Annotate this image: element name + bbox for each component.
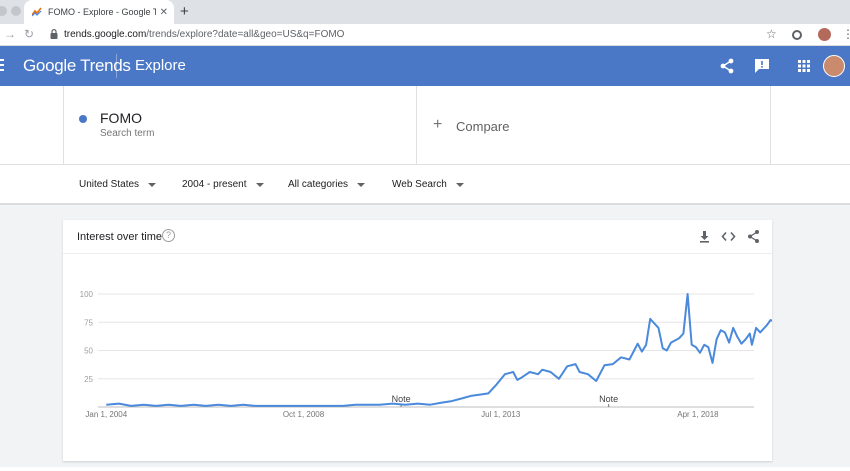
x-tick-label: Apr 1, 2018 [677, 410, 719, 419]
feedback-icon[interactable] [753, 57, 771, 75]
dropdown-caret-icon [455, 182, 464, 187]
more-menu-icon[interactable]: ⋮ [842, 27, 850, 41]
close-tab-icon[interactable]: ✕ [160, 7, 168, 18]
dropdown-caret-icon [148, 182, 157, 187]
y-tick-label: 100 [80, 290, 94, 299]
trends-favicon-icon [32, 7, 42, 17]
reload-icon[interactable]: ↻ [24, 27, 34, 41]
apps-icon[interactable] [795, 57, 813, 75]
x-tick-label: Jan 1, 2004 [85, 410, 127, 419]
region-value: United States [79, 179, 140, 190]
browser-tab-strip: FOMO - Explore - Google Trends ✕ + [0, 0, 850, 24]
x-tick-label: Jul 1, 2013 [481, 410, 521, 419]
category-dropdown[interactable]: All categories [288, 179, 366, 190]
dropdown-caret-icon [255, 182, 264, 187]
interest-over-time-card: Interest over time ? 25 50 75 100 Jan 1, 200… [63, 220, 772, 461]
card-title: Interest over time [77, 231, 162, 243]
page-bottom [0, 467, 850, 471]
window-control[interactable] [11, 6, 21, 16]
series-color-dot [79, 115, 87, 123]
new-tab-icon[interactable]: + [180, 3, 189, 20]
url-host: trends.google.com [64, 29, 147, 40]
series-line [106, 293, 772, 407]
forward-icon[interactable]: → [4, 27, 16, 41]
page-title: Explore [135, 57, 186, 74]
filter-bar: United States 2004 - present All categor… [0, 165, 850, 205]
google-trends-logo[interactable]: Google Trends [23, 56, 131, 76]
region-dropdown[interactable]: United States [79, 179, 157, 190]
share-icon[interactable] [718, 57, 736, 75]
download-icon[interactable] [697, 229, 712, 244]
dropdown-caret-icon [357, 182, 366, 187]
lock-icon [50, 29, 58, 39]
embed-icon[interactable] [721, 229, 736, 244]
window-control[interactable] [0, 6, 7, 16]
help-icon[interactable]: ? [162, 229, 175, 242]
search-term[interactable]: FOMO [100, 110, 142, 126]
tab-title: FOMO - Explore - Google Trends [48, 7, 156, 17]
compare-card[interactable]: + Compare [417, 86, 771, 165]
search-type-dropdown[interactable]: Web Search [392, 179, 464, 190]
compare-label[interactable]: Compare [456, 119, 509, 134]
browser-profile-avatar[interactable] [818, 28, 831, 41]
search-term-card[interactable]: FOMO Search term [63, 86, 417, 165]
note-label: Note [392, 394, 411, 404]
y-tick-label: 75 [84, 318, 93, 327]
url-field[interactable]: trends.google.com/trends/explore?date=al… [64, 29, 344, 40]
browser-tab[interactable]: FOMO - Explore - Google Trends ✕ [24, 0, 174, 24]
url-path: /trends/explore?date=all&geo=US&q=FOMO [146, 29, 345, 40]
address-bar: → ↻ trends.google.com/trends/explore?dat… [0, 24, 850, 46]
extension-icon[interactable] [792, 30, 802, 40]
header-divider [116, 54, 117, 78]
bookmark-star-icon[interactable]: ☆ [766, 27, 777, 41]
add-icon: + [433, 116, 443, 133]
y-tick-label: 50 [84, 347, 93, 356]
interest-over-time-chart[interactable]: 25 50 75 100 Jan 1, 2004 Oct 1, 2008 Jul 1, 20… [63, 254, 772, 459]
search-term-type: Search term [100, 128, 155, 139]
search-term-row: FOMO Search term + Compare [0, 86, 850, 165]
trends-header: Google Trends Explore [0, 46, 850, 86]
card-header: Interest over time ? [63, 220, 772, 254]
date-value: 2004 - present [182, 179, 247, 190]
category-value: All categories [288, 179, 349, 190]
search-type-value: Web Search [392, 179, 447, 190]
note-label: Note [599, 394, 618, 404]
user-avatar[interactable] [823, 55, 845, 77]
hamburger-menu-icon[interactable] [0, 59, 4, 74]
x-tick-label: Oct 1, 2008 [283, 410, 325, 419]
share-icon[interactable] [746, 229, 761, 244]
y-tick-label: 25 [84, 375, 93, 384]
date-dropdown[interactable]: 2004 - present [182, 179, 264, 190]
